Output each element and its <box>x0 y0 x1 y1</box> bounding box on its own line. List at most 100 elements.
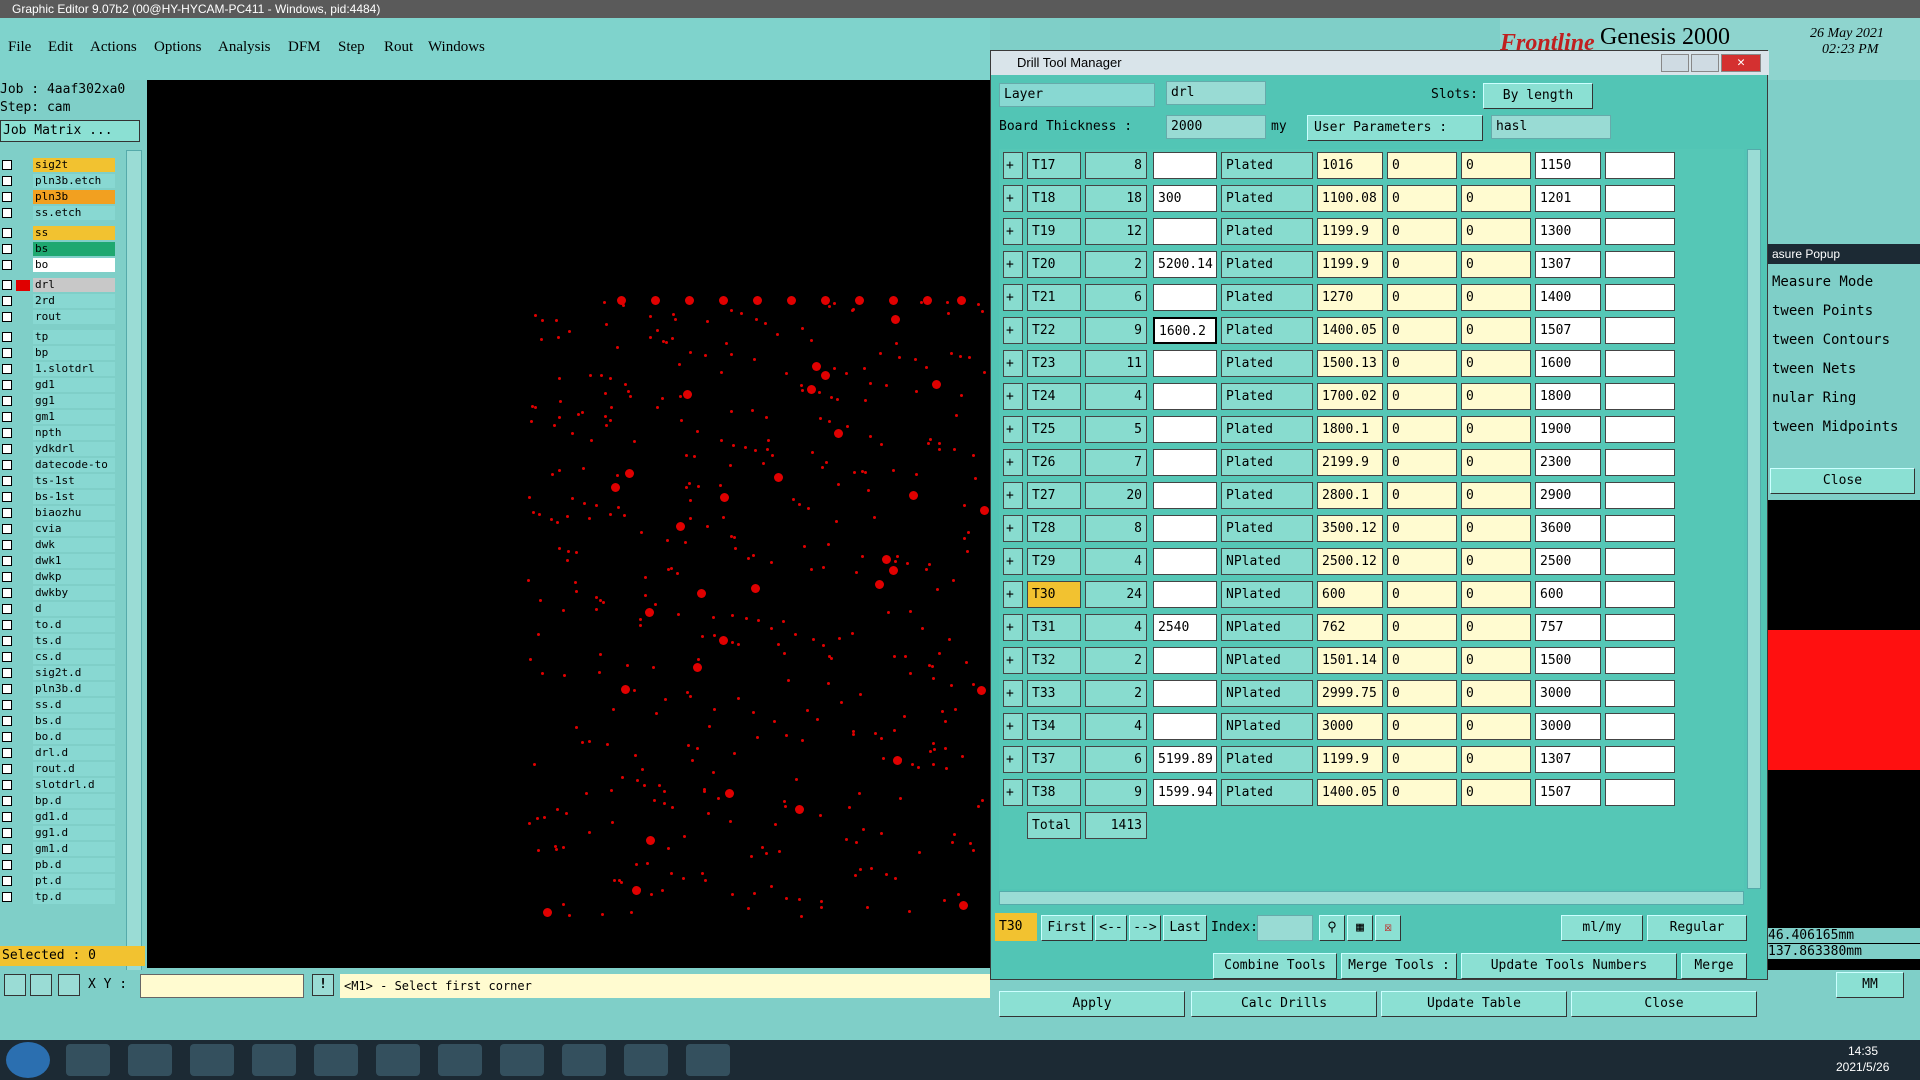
layer-color-swatch[interactable] <box>16 208 30 219</box>
cell-finish[interactable]: 1501.14 <box>1317 647 1383 674</box>
row-expand-icon[interactable]: + <box>1003 152 1023 179</box>
layer-checkbox[interactable] <box>2 380 12 390</box>
cell-size[interactable]: 1600.2 <box>1153 317 1217 344</box>
cell-a[interactable]: 0 <box>1387 317 1457 344</box>
cell-size[interactable] <box>1153 218 1217 245</box>
next-button[interactable]: --> <box>1129 915 1161 941</box>
cell-drill[interactable]: 2300 <box>1535 449 1601 476</box>
layer-row[interactable]: bs.d <box>0 714 118 728</box>
layer-scrollbar[interactable] <box>126 150 142 1010</box>
first-button[interactable]: First <box>1041 915 1093 941</box>
layer-color-swatch[interactable] <box>16 876 30 887</box>
layer-checkbox[interactable] <box>2 764 12 774</box>
cell-a[interactable]: 0 <box>1387 746 1457 773</box>
cell-x[interactable] <box>1605 284 1675 311</box>
cell-x[interactable] <box>1605 449 1675 476</box>
cell-size[interactable]: 300 <box>1153 185 1217 212</box>
row-expand-icon[interactable]: + <box>1003 383 1023 410</box>
layer-name[interactable]: tp.d <box>33 890 115 904</box>
cell-b[interactable]: 0 <box>1461 680 1531 707</box>
cell-b[interactable]: 0 <box>1461 713 1531 740</box>
layer-color-swatch[interactable] <box>16 636 30 647</box>
cell-drill[interactable]: 1507 <box>1535 779 1601 806</box>
cell-finish[interactable]: 2999.75 <box>1317 680 1383 707</box>
taskbar-app-8-icon[interactable] <box>500 1044 544 1076</box>
taskbar-app-10-icon[interactable] <box>624 1044 668 1076</box>
apply-button[interactable]: Apply <box>999 991 1185 1017</box>
units-select-dialog[interactable]: ml/my <box>1561 915 1643 941</box>
layer-checkbox[interactable] <box>2 732 12 742</box>
cell-a[interactable]: 0 <box>1387 581 1457 608</box>
calc-drills-button[interactable]: Calc Drills <box>1191 991 1377 1017</box>
cell-size[interactable] <box>1153 647 1217 674</box>
units-select[interactable]: MM <box>1836 972 1904 998</box>
cell-size[interactable] <box>1153 515 1217 542</box>
layer-row[interactable]: ss.etch <box>0 206 118 220</box>
layer-row[interactable]: gm1 <box>0 410 118 424</box>
cell-b[interactable]: 0 <box>1461 185 1531 212</box>
start-button[interactable] <box>6 1042 50 1078</box>
layer-row[interactable]: pln3b <box>0 190 118 204</box>
cell-a[interactable]: 0 <box>1387 548 1457 575</box>
cell-drill[interactable]: 1500 <box>1535 647 1601 674</box>
cell-size[interactable] <box>1153 350 1217 377</box>
layer-color-swatch[interactable] <box>16 364 30 375</box>
measure-between-nets[interactable]: tween Nets <box>1770 355 1920 384</box>
layer-name[interactable]: ts-1st <box>33 474 115 488</box>
row-expand-icon[interactable]: + <box>1003 185 1023 212</box>
layer-name[interactable]: bs.d <box>33 714 115 728</box>
cell-type[interactable]: Plated <box>1221 416 1313 443</box>
layer-color-swatch[interactable] <box>16 312 30 323</box>
layer-row[interactable]: ss <box>0 226 118 240</box>
cell-size[interactable] <box>1153 581 1217 608</box>
layer-row[interactable]: gg1.d <box>0 826 118 840</box>
layer-checkbox[interactable] <box>2 716 12 726</box>
taskbar-app-3-icon[interactable] <box>190 1044 234 1076</box>
cell-a[interactable]: 0 <box>1387 482 1457 509</box>
cell-type[interactable]: Plated <box>1221 449 1313 476</box>
row-expand-icon[interactable]: + <box>1003 284 1023 311</box>
cell-finish[interactable]: 1800.1 <box>1317 416 1383 443</box>
cell-type[interactable]: NPlated <box>1221 614 1313 641</box>
layer-name[interactable]: gd1 <box>33 378 115 392</box>
close-window-button[interactable]: ✕ <box>1721 54 1761 72</box>
cell-type[interactable]: Plated <box>1221 185 1313 212</box>
layer-name[interactable]: dwk <box>33 538 115 552</box>
combine-tools-button[interactable]: Combine Tools <box>1213 953 1337 979</box>
table-hscroll[interactable] <box>999 891 1744 905</box>
cell-x[interactable] <box>1605 680 1675 707</box>
layer-checkbox[interactable] <box>2 540 12 550</box>
cell-drill[interactable]: 3000 <box>1535 680 1601 707</box>
layer-row[interactable]: tp <box>0 330 118 344</box>
cell-type[interactable]: Plated <box>1221 779 1313 806</box>
layer-row[interactable]: gd1 <box>0 378 118 392</box>
layer-checkbox[interactable] <box>2 524 12 534</box>
layer-checkbox[interactable] <box>2 192 12 202</box>
cell-drill[interactable]: 2900 <box>1535 482 1601 509</box>
cell-b[interactable]: 0 <box>1461 515 1531 542</box>
cell-drill[interactable]: 1300 <box>1535 218 1601 245</box>
row-expand-icon[interactable]: + <box>1003 614 1023 641</box>
layer-row[interactable]: 2rd <box>0 294 118 308</box>
cell-a[interactable]: 0 <box>1387 449 1457 476</box>
layer-checkbox[interactable] <box>2 460 12 470</box>
layer-color-swatch[interactable] <box>16 508 30 519</box>
cell-b[interactable]: 0 <box>1461 779 1531 806</box>
cell-x[interactable] <box>1605 416 1675 443</box>
cell-drill[interactable]: 1307 <box>1535 251 1601 278</box>
cell-size[interactable]: 2540 <box>1153 614 1217 641</box>
cell-x[interactable] <box>1605 317 1675 344</box>
layer-name[interactable]: datecode-to <box>33 458 115 472</box>
layer-row[interactable]: tp.d <box>0 890 118 904</box>
layer-name[interactable]: gd1.d <box>33 810 115 824</box>
layer-row[interactable]: pln3b.etch <box>0 174 118 188</box>
cell-size[interactable] <box>1153 416 1217 443</box>
cell-type[interactable]: Plated <box>1221 317 1313 344</box>
layer-row[interactable]: gd1.d <box>0 810 118 824</box>
update-table-button[interactable]: Update Table <box>1381 991 1567 1017</box>
layer-name[interactable]: dwkp <box>33 570 115 584</box>
layer-name[interactable]: ss.etch <box>33 206 115 220</box>
layer-name[interactable]: pt.d <box>33 874 115 888</box>
cell-x[interactable] <box>1605 779 1675 806</box>
layer-checkbox[interactable] <box>2 556 12 566</box>
